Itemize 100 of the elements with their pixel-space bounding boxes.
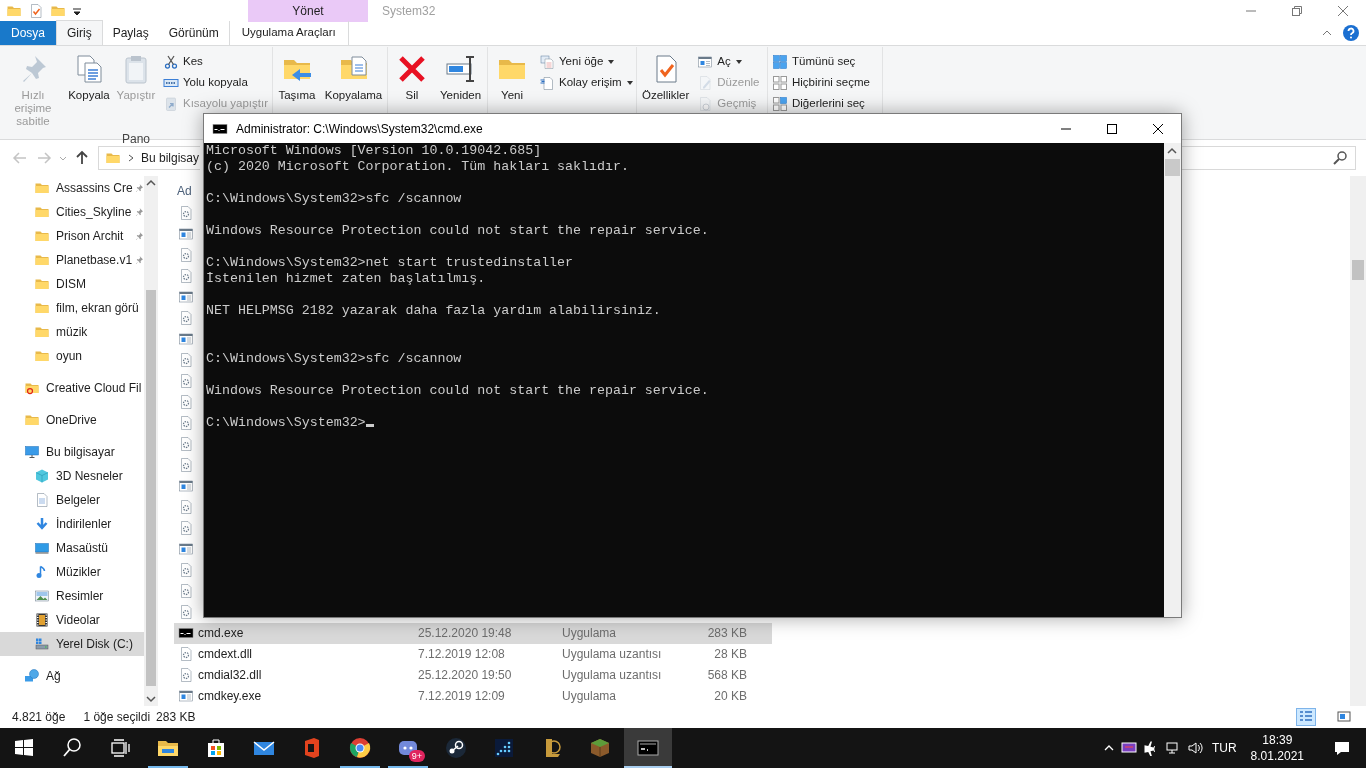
- sidebar-item[interactable]: Cities_Skyline: [0, 199, 144, 224]
- sidebar-item[interactable]: Videolar: [0, 607, 144, 632]
- sidebar-item[interactable]: Creative Cloud Fil: [0, 375, 144, 400]
- network-icon: [24, 667, 40, 684]
- ribbon-button[interactable]: Kolay erişim: [537, 72, 636, 93]
- ribbon-tab[interactable]: Giriş: [56, 20, 103, 45]
- restore-icon[interactable]: [1289, 3, 1305, 19]
- ribbon-tab[interactable]: Uygulama Araçları: [228, 21, 349, 45]
- search-field[interactable]: [1182, 145, 1356, 170]
- sidebar-item[interactable]: 3D Nesneler: [0, 463, 144, 488]
- network-icon: [1164, 740, 1181, 756]
- file-date: 7.12.2019 12:09: [418, 688, 506, 706]
- ribbon-button[interactable]: Kopyalama: [322, 51, 385, 104]
- ribbon-button[interactable]: Özellikler: [639, 51, 693, 104]
- picture-icon: [34, 587, 50, 604]
- gear-file-icon: [178, 268, 194, 285]
- sidebar-item[interactable]: Masaüstü: [0, 535, 144, 560]
- help-icon[interactable]: [1342, 24, 1360, 42]
- monitor-icon: [1120, 740, 1137, 756]
- ribbon-button[interactable]: Sil: [390, 51, 434, 104]
- sidebar-item[interactable]: İndirilenler: [0, 511, 144, 536]
- address-bar[interactable]: Bu bilgisay: [98, 145, 200, 170]
- scroll-thumb[interactable]: [1352, 259, 1364, 280]
- document-icon: [539, 74, 555, 91]
- sidebar-item[interactable]: Resimler: [0, 583, 144, 608]
- sidebar-item[interactable]: Yerel Disk (C:): [0, 631, 144, 656]
- grid-icon: [772, 95, 788, 112]
- ribbon-button[interactable]: Tümünü seç: [770, 51, 872, 72]
- chat-app-button[interactable]: 9+: [384, 728, 432, 768]
- edit-icon: [697, 74, 714, 91]
- clock-date[interactable]: 8.01.2021: [1250, 748, 1304, 764]
- application-icon: [178, 478, 194, 495]
- ribbon-button[interactable]: Kopyala: [67, 51, 111, 104]
- ribbon-button[interactable]: Yeni: [490, 51, 534, 104]
- scrollbar[interactable]: [1164, 143, 1181, 617]
- sidebar-item[interactable]: Ağ: [0, 663, 144, 688]
- item-count: 4.821 öğe: [12, 709, 66, 726]
- properties-icon: [28, 3, 44, 19]
- caret-icon: [607, 57, 616, 66]
- sidebar-item[interactable]: Planetbase.v1: [0, 247, 144, 272]
- sidebar-item[interactable]: Bu bilgisayar: [0, 439, 144, 464]
- sidebar-item[interactable]: OneDrive: [0, 407, 144, 432]
- clock-time[interactable]: 18:39: [1250, 732, 1304, 748]
- ribbon-tab[interactable]: Görünüm: [158, 21, 229, 45]
- sidebar-item[interactable]: film, ekran görü: [0, 295, 144, 320]
- sidebar-item[interactable]: Müzikler: [0, 559, 144, 584]
- ribbon-button[interactable]: Diğerlerini seç: [770, 93, 872, 114]
- scrollbar[interactable]: [1350, 175, 1366, 707]
- file-size: 568 KB: [706, 667, 747, 685]
- scroll-thumb[interactable]: [1165, 159, 1180, 176]
- ribbon-button[interactable]: Yeniden: [437, 51, 485, 104]
- sidebar-item[interactable]: Assassins Cre: [0, 175, 144, 200]
- selection-size: 283 KB: [156, 709, 196, 726]
- browser-icon: [348, 736, 372, 760]
- grid-icon: [772, 53, 788, 70]
- gear-file-icon: [178, 247, 194, 264]
- up-arrow-icon[interactable]: [74, 149, 90, 166]
- file-date: 25.12.2020 19:50: [418, 667, 513, 685]
- computer-icon: [24, 443, 40, 460]
- ribbon-tab[interactable]: Paylaş: [102, 21, 159, 45]
- file-row[interactable]: cmd.exe 25.12.2020 19:48 Uygulama 283 KB: [174, 622, 772, 644]
- console-line: Windows Resource Protection could not start the repair service.: [206, 223, 709, 238]
- notification-count: 9+: [408, 750, 425, 762]
- scroll-thumb[interactable]: [146, 289, 156, 687]
- console-line: Microsoft Windows [Version 10.0.19042.685]: [206, 143, 542, 158]
- sidebar-item[interactable]: Prison Archit: [0, 223, 144, 248]
- gear-file-icon: [178, 310, 194, 327]
- gear-file-icon: [178, 436, 194, 453]
- file-name: cmdial32.dll: [198, 667, 263, 685]
- ribbon-button[interactable]: Kes: [161, 51, 270, 72]
- download-icon: [34, 515, 50, 532]
- ribbon-button[interactable]: Yolu kopyala: [161, 72, 270, 93]
- sidebar-item[interactable]: müzik: [0, 319, 144, 344]
- ribbon-tab[interactable]: Dosya: [0, 21, 56, 45]
- search-icon: [1333, 150, 1347, 165]
- sidebar-item[interactable]: Belgeler: [0, 487, 144, 512]
- input-language[interactable]: TUR: [1211, 739, 1237, 757]
- film-icon: [34, 611, 50, 628]
- gear-file-icon: [178, 667, 194, 684]
- gear-file-icon: [178, 373, 194, 390]
- application-icon: [178, 541, 194, 558]
- application-icon: [178, 331, 194, 348]
- column-header[interactable]: Ad: [177, 181, 192, 200]
- details-view-button[interactable]: [1296, 708, 1316, 726]
- new-item-icon: [539, 53, 555, 70]
- ribbon-button[interactable]: Yeni öğe: [537, 51, 636, 72]
- ribbon-button[interactable]: Aç: [695, 51, 762, 72]
- window-title: System32: [382, 3, 437, 20]
- rename-icon: [444, 53, 477, 85]
- sidebar-item[interactable]: DISM: [0, 271, 144, 296]
- caret-icon: [734, 57, 743, 66]
- console-line: C:\Windows\System32>net start trustedinstaller: [206, 255, 574, 270]
- sidebar-item[interactable]: oyun: [0, 343, 144, 368]
- file-type: Uygulama: [562, 625, 618, 643]
- console-line: NET HELPMSG 2182 yazarak daha fazla yardım alabilirsiniz.: [206, 303, 661, 318]
- terminal-app-button[interactable]: [624, 728, 672, 768]
- ribbon-button[interactable]: Taşıma: [275, 51, 319, 104]
- scrollbar[interactable]: [144, 175, 158, 707]
- context-group-label: Yönet: [248, 0, 368, 22]
- ribbon-button[interactable]: Hiçbirini seçme: [770, 72, 872, 93]
